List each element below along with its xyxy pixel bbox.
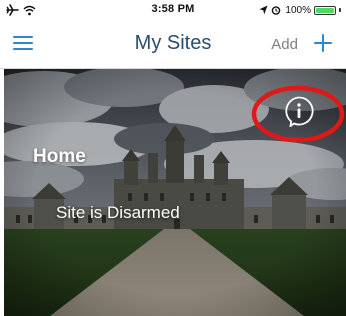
battery-nub [339, 8, 341, 12]
plus-icon[interactable] [312, 32, 334, 54]
status-bar: 3:58 PM 100% [0, 0, 346, 20]
battery-icon [314, 5, 336, 15]
site-status: Site is Disarmed [56, 203, 180, 222]
site-name: Home [33, 146, 86, 167]
info-icon[interactable] [283, 95, 315, 127]
add-site-button[interactable]: Add [271, 36, 298, 53]
battery-level [316, 7, 334, 13]
battery-percent: 100% [285, 4, 311, 16]
nav-bar: My Sites Add [0, 20, 346, 69]
status-bar-right: 100% [259, 2, 341, 18]
site-card[interactable]: Home Site is Disarmed [4, 69, 346, 316]
alarm-icon [272, 6, 281, 15]
hamburger-menu-icon[interactable] [12, 33, 34, 53]
location-arrow-icon [259, 5, 268, 15]
